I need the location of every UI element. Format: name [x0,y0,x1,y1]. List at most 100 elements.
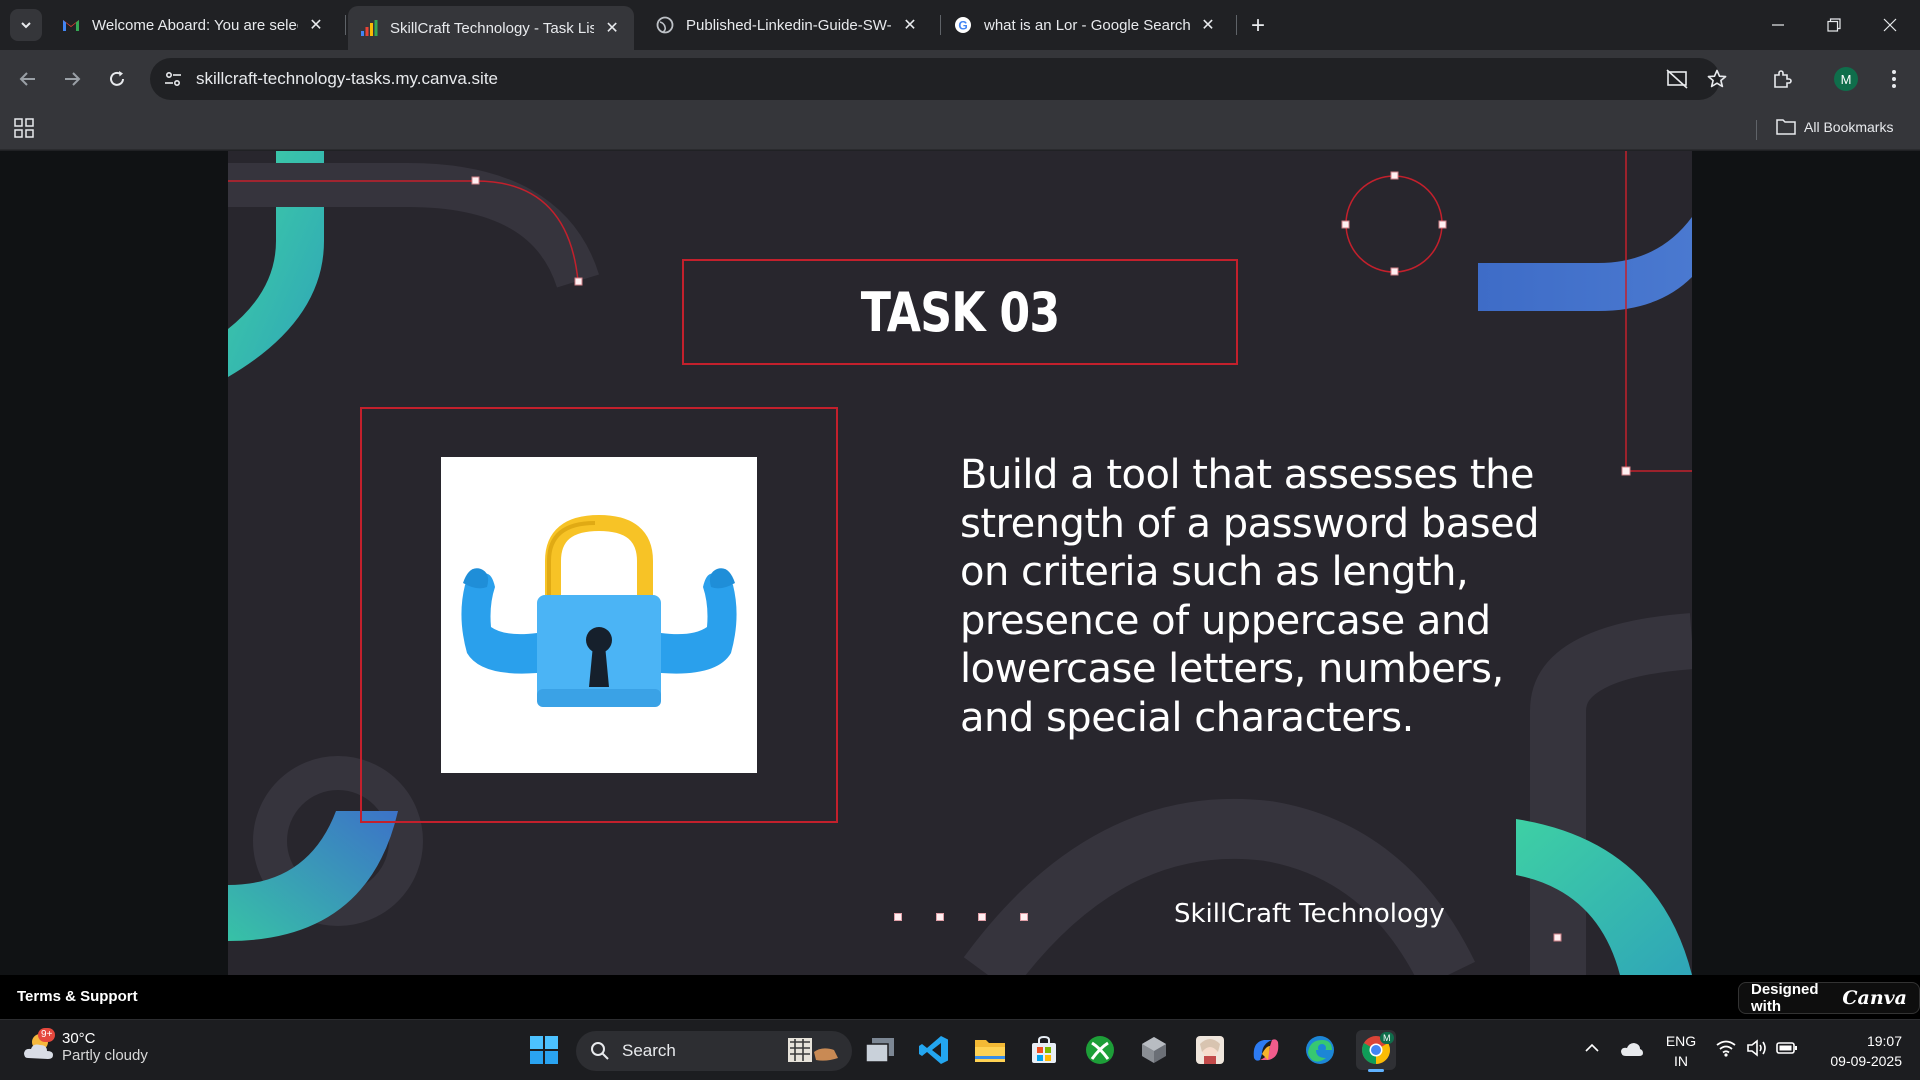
weather-temp: 30°C [62,1030,96,1047]
tab-gmail[interactable]: Welcome Aboard: You are selec ✕ [50,6,338,44]
microsoft-store-app[interactable] [1024,1030,1064,1070]
tab-title: what is an Lor - Google Search [984,16,1190,34]
tab-title: Welcome Aboard: You are selec [92,16,298,34]
tab-strip: Welcome Aboard: You are selec ✕ SkillCra… [0,0,1920,50]
decor-dot [894,913,902,921]
decor-dot [978,913,986,921]
folder-icon [975,1040,1005,1062]
vscode-icon [919,1036,948,1064]
tab-google-search[interactable]: G what is an Lor - Google Search ✕ [942,6,1230,44]
task-description: Build a tool that assesses the strength … [960,452,1540,741]
battery-tray[interactable] [1776,1040,1798,1061]
chrome-app[interactable]: M [1356,1030,1396,1072]
cube-icon [1142,1037,1166,1063]
close-icon[interactable]: ✕ [900,15,920,35]
bookmark-star-icon[interactable] [1706,68,1728,90]
apps-grid-icon[interactable] [14,118,36,140]
cloud-icon [1621,1043,1643,1056]
address-bar[interactable]: skillcraft-technology-tasks.my.canva.sit… [150,58,1727,100]
arrow-right-icon [65,72,81,86]
site-info-icon[interactable] [162,68,184,90]
gmail-icon [62,16,80,34]
task-title: TASK 03 [860,280,1060,344]
xbox-app[interactable] [1080,1030,1120,1070]
browser-toolbar: skillcraft-technology-tasks.my.canva.sit… [0,50,1920,108]
system-clock[interactable]: 19:07 09-09-2025 [1818,1031,1902,1071]
chrome-profile-badge: M [1380,1032,1394,1044]
tab-linkedin-guide[interactable]: Published-Linkedin-Guide-SW- ✕ [644,6,932,44]
back-button[interactable] [12,63,44,95]
weather-widget[interactable]: 9+ 30°C Partly cloudy [22,1028,148,1064]
terms-support-link[interactable]: Terms & Support [17,988,138,1005]
close-icon[interactable]: ✕ [1198,15,1218,35]
chrome-menu-button[interactable] [1878,63,1910,95]
decor-dot [936,913,944,921]
more-vert-icon [1892,70,1896,88]
taskbar-search[interactable]: Search [576,1031,852,1071]
speaker-icon [1747,1039,1766,1057]
designed-with-canva-badge[interactable]: Designed with Canva [1738,981,1920,1015]
bookmarks-bar: All Bookmarks [0,108,1920,150]
unity-app[interactable] [1134,1030,1174,1070]
tab-title: SkillCraft Technology - Task List [390,19,595,37]
chevron-down-icon [21,22,31,29]
forward-button[interactable] [56,63,88,95]
volume-tray[interactable] [1746,1039,1768,1062]
network-tray[interactable] [1716,1039,1736,1062]
arrow-left-icon [19,72,35,86]
restore-button[interactable] [1806,0,1862,50]
tab-skillcraft[interactable]: SkillCraft Technology - Task List ✕ [348,6,634,50]
reload-icon [110,71,124,86]
task-view-button[interactable] [860,1030,900,1070]
minimize-icon [1772,24,1784,26]
page-viewport: TASK 03 Build a tool that assesses the s… [0,151,1920,975]
avatar: M [1834,67,1858,91]
search-highlight-icon [788,1038,838,1062]
windows-logo-icon [530,1036,558,1064]
tab-search-button[interactable] [10,9,42,41]
brand-name: SkillCraft Technology [1174,899,1445,929]
copilot-app[interactable] [1246,1030,1286,1070]
globe-icon [656,16,674,34]
url-text: skillcraft-technology-tasks.my.canva.sit… [196,69,499,88]
store-icon [1032,1035,1056,1063]
decor-dot [1020,913,1028,921]
task-title-box: TASK 03 [682,259,1238,365]
reload-button[interactable] [101,63,133,95]
language-code: ENG [1665,1033,1697,1049]
minimize-button[interactable] [1750,0,1806,50]
cast-off-icon[interactable] [1666,68,1688,90]
show-hidden-icons-button[interactable] [1584,1040,1600,1061]
search-icon [591,1042,609,1060]
onedrive-tray[interactable] [1620,1040,1644,1063]
vscode-app[interactable] [914,1030,954,1070]
all-bookmarks-button[interactable]: All Bookmarks [1776,118,1893,136]
region-code: IN [1674,1053,1688,1069]
new-tab-button[interactable]: + [1244,12,1272,40]
google-icon: G [954,16,972,34]
start-button[interactable] [524,1030,564,1070]
chevron-up-icon [1585,1043,1599,1052]
anime-game-app[interactable] [1190,1030,1230,1070]
copilot-icon [1253,1039,1279,1061]
file-explorer-app[interactable] [970,1030,1010,1070]
profile-avatar[interactable]: M [1830,63,1862,95]
close-window-button[interactable] [1862,0,1918,50]
weather-condition: Partly cloudy [62,1047,148,1064]
close-icon[interactable]: ✕ [306,15,326,35]
close-icon[interactable]: ✕ [602,18,622,38]
strong-padlock-icon [461,514,737,707]
windows-taskbar: 9+ 30°C Partly cloudy Search M ENG IN 19… [0,1019,1920,1080]
wifi-icon [1716,1040,1736,1057]
strong-lock-image [441,457,757,773]
task-view-icon [865,1038,894,1063]
designed-with-label: Designed with [1751,981,1819,1015]
extensions-button[interactable] [1766,63,1798,95]
folder-icon [1776,119,1796,135]
language-indicator[interactable]: ENG IN [1664,1031,1698,1071]
canva-logo: Canva [1842,987,1907,1009]
search-label: Search [622,1041,676,1060]
xbox-icon [1086,1036,1114,1064]
tab-title: Published-Linkedin-Guide-SW- [686,16,892,34]
edge-app[interactable] [1300,1030,1340,1070]
